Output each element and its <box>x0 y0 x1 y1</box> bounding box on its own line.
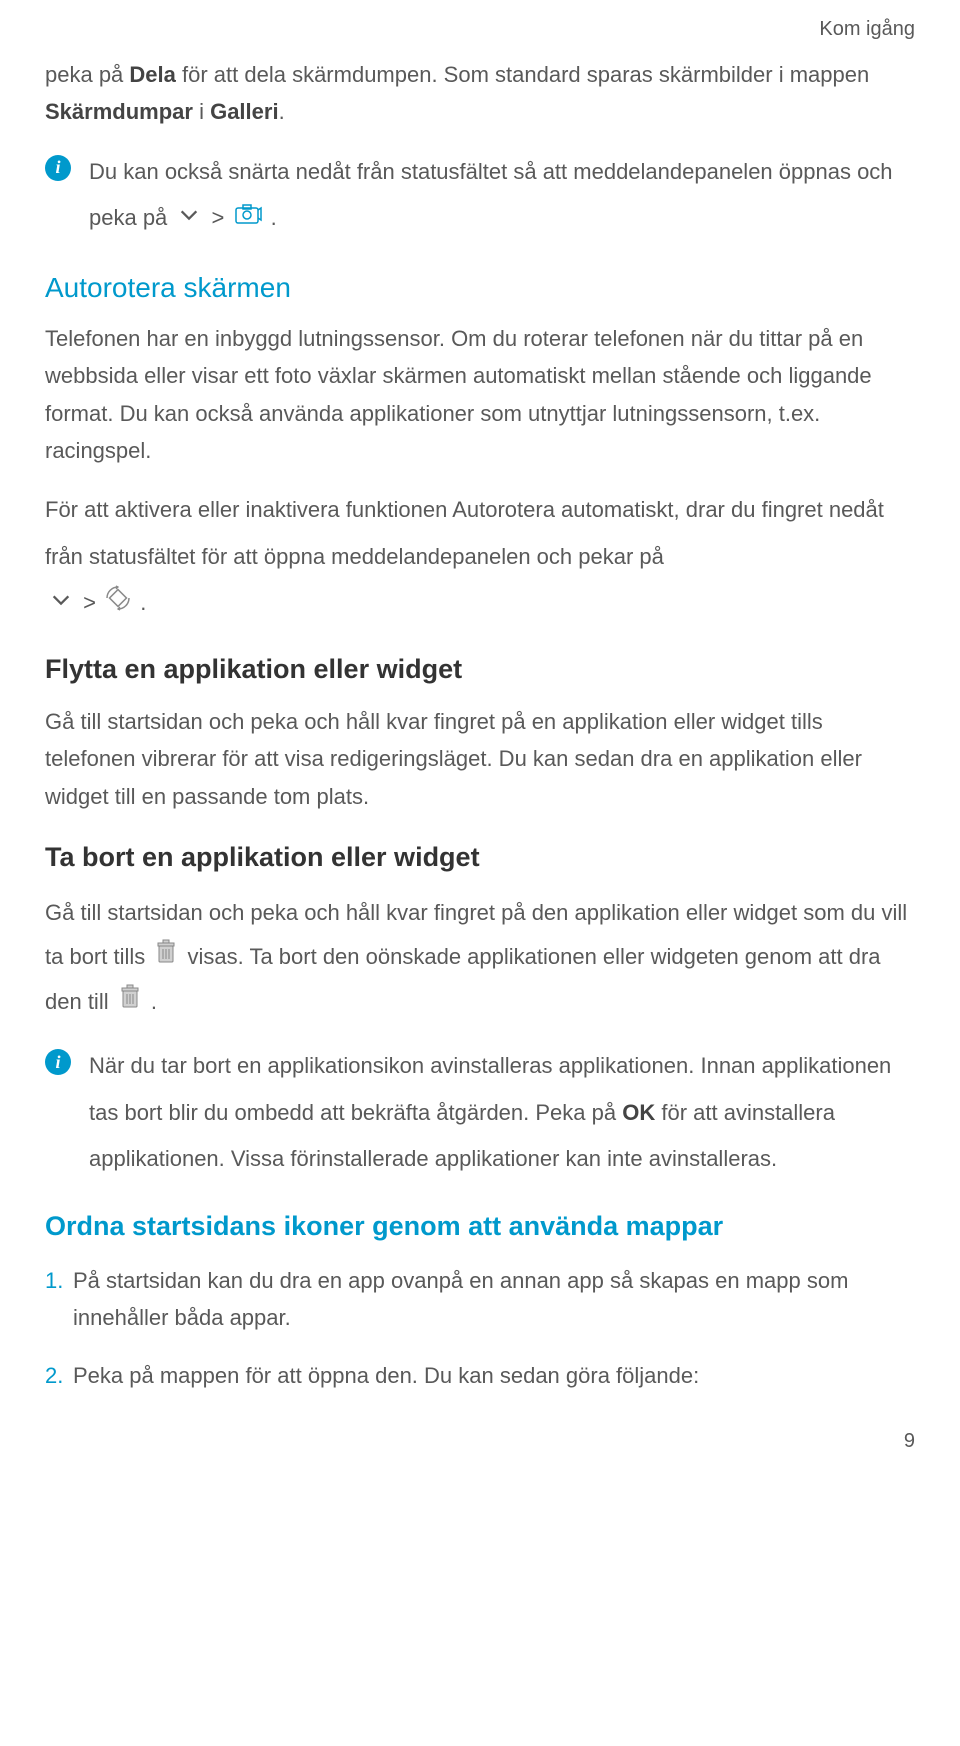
list-text: På startsidan kan du dra en app ovanpå e… <box>73 1262 915 1337</box>
rotate-icon <box>105 581 131 627</box>
list-number: 2. <box>45 1357 73 1394</box>
autorotate-p2: För att aktivera eller inaktivera funkti… <box>45 487 915 627</box>
move-p1: Gå till startsidan och peka och håll kva… <box>45 703 915 815</box>
move-heading: Flytta en applikation eller widget <box>45 647 915 693</box>
info-icon: i <box>45 1049 71 1075</box>
remove-heading: Ta bort en applikation eller widget <box>45 835 915 881</box>
text: . <box>151 989 157 1014</box>
intro-paragraph: peka på Dela för att dela skärmdumpen. S… <box>45 56 915 131</box>
page-number: 9 <box>45 1424 915 1458</box>
trash-icon <box>154 936 178 980</box>
info-callout: i Du kan också snärta nedåt från statusf… <box>45 149 915 242</box>
screenshots-label: Skärmdumpar <box>45 99 193 124</box>
separator: > <box>83 590 102 615</box>
autorotate-heading: Autorotera skärmen <box>45 264 915 312</box>
info-icon: i <box>45 155 71 181</box>
ordered-list: 1. På startsidan kan du dra en app ovanp… <box>45 1262 915 1394</box>
info-callout: i När du tar bort en applikationsikon av… <box>45 1043 915 1182</box>
share-label: Dela <box>129 62 175 87</box>
list-item: 1. På startsidan kan du dra en app ovanp… <box>45 1262 915 1337</box>
autorotate-p1: Telefonen har en inbyggd lutningssensor.… <box>45 320 915 470</box>
text: . <box>279 99 285 124</box>
info-text: När du tar bort en applikationsikon avin… <box>89 1043 915 1182</box>
chevron-down-icon <box>48 581 74 627</box>
breadcrumb: Kom igång <box>45 0 915 56</box>
text: peka på <box>45 62 129 87</box>
gallery-label: Galleri <box>210 99 278 124</box>
text: . <box>140 590 146 615</box>
text: Du kan också snärta nedåt från statusfäl… <box>89 159 893 230</box>
trash-icon <box>118 981 142 1025</box>
separator: > <box>212 205 231 230</box>
list-text: Peka på mappen för att öppna den. Du kan… <box>73 1357 915 1394</box>
list-number: 1. <box>45 1262 73 1299</box>
list-item: 2. Peka på mappen för att öppna den. Du … <box>45 1357 915 1394</box>
organize-heading: Ordna startsidans ikoner genom att använ… <box>45 1204 915 1250</box>
ok-label: OK <box>622 1100 655 1125</box>
chevron-down-icon <box>176 196 202 242</box>
text: för att dela skärmdumpen. Som standard s… <box>176 62 869 87</box>
text: i <box>193 99 210 124</box>
info-text: Du kan också snärta nedåt från statusfäl… <box>89 149 915 242</box>
text: För att aktivera eller inaktivera funkti… <box>45 497 884 568</box>
text: . <box>271 205 277 230</box>
camera-icon <box>234 196 262 242</box>
remove-p1: Gå till startsidan och peka och håll kva… <box>45 891 915 1025</box>
